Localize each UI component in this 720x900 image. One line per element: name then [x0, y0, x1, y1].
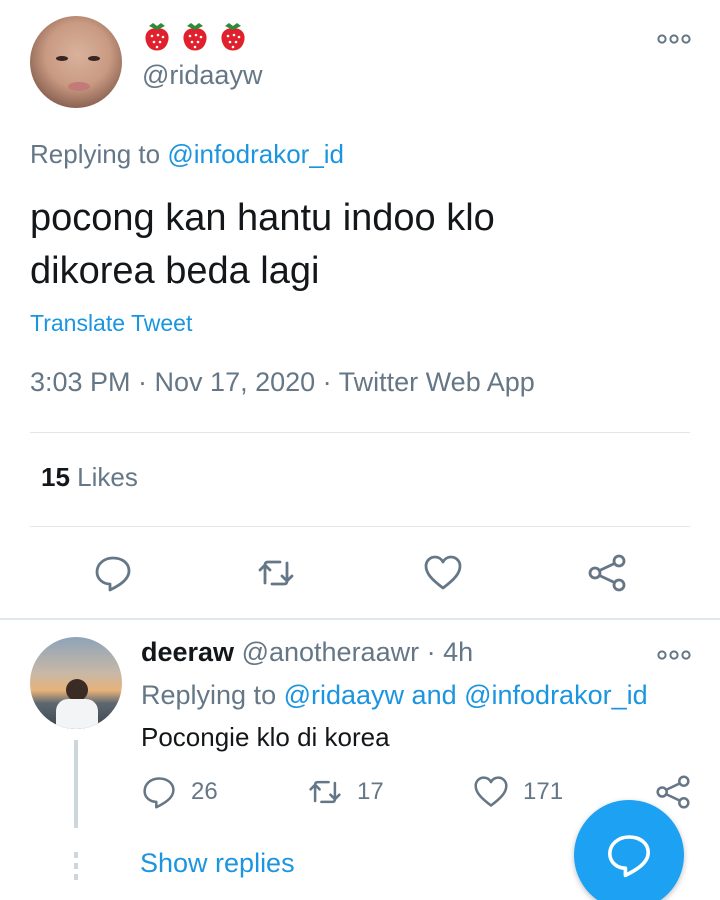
- retweet-icon: [309, 780, 341, 804]
- reply-header: deeraw @anotheraawr · 4h: [141, 637, 473, 668]
- like-icon: [474, 776, 508, 807]
- divider: [30, 432, 690, 433]
- more-options-icon[interactable]: [657, 32, 691, 46]
- reply-handle-time[interactable]: @anotheraawr · 4h: [242, 637, 474, 667]
- replying-to: Replying to @infodrakor_id: [30, 139, 344, 170]
- show-replies-link[interactable]: Show replies: [140, 848, 295, 879]
- retweet-icon[interactable]: [256, 553, 296, 593]
- share-icon: [656, 775, 690, 809]
- reply-retweet-button[interactable]: 17: [307, 774, 384, 810]
- reply-text: Pocongie klo di korea: [141, 722, 390, 752]
- thread-dots: [74, 852, 78, 880]
- replying-to-label: Replying to: [30, 139, 161, 169]
- mention-link[interactable]: @infodrakor_id: [167, 139, 344, 169]
- likes-count[interactable]: 15 Likes: [41, 462, 138, 493]
- more-options-icon[interactable]: [657, 648, 691, 662]
- replying-to-label: Replying to: [141, 680, 277, 710]
- thread-line: [74, 740, 78, 828]
- author-avatar[interactable]: [30, 16, 122, 108]
- reply-icon: [608, 835, 650, 878]
- reply-reply-button[interactable]: 26: [141, 774, 218, 810]
- tweet-timestamp[interactable]: 3:03 PM · Nov 17, 2020 · Twitter Web App: [30, 367, 535, 398]
- tweet-text-line: pocong kan hantu indoo klo: [30, 197, 495, 239]
- divider: [30, 526, 690, 527]
- reply-replying-to: Replying to @ridaayw and @infodrakor_id: [141, 680, 648, 711]
- retweet-count: 17: [357, 778, 384, 805]
- like-count: 171: [523, 778, 564, 805]
- compose-reply-button[interactable]: [574, 800, 684, 900]
- mention-links[interactable]: @ridaayw and @infodrakor_id: [284, 680, 648, 710]
- likes-number: 15: [41, 462, 70, 492]
- translate-tweet-link[interactable]: Translate Tweet: [30, 310, 192, 337]
- reply-like-button[interactable]: 171: [473, 774, 563, 810]
- like-icon[interactable]: [423, 553, 463, 593]
- reply-author-name[interactable]: deeraw: [141, 637, 234, 667]
- section-divider: [0, 618, 720, 620]
- tweet-text-line: dikorea beda lagi: [30, 250, 320, 292]
- strawberry-icon: [183, 23, 207, 51]
- reply-icon: [143, 777, 175, 809]
- reply-author-avatar[interactable]: [30, 637, 122, 729]
- reply-count: 26: [191, 778, 218, 805]
- strawberry-icon: [145, 23, 169, 51]
- share-icon[interactable]: [587, 553, 627, 593]
- display-name-emojis: [142, 20, 248, 54]
- author-handle[interactable]: @ridaayw: [142, 60, 262, 91]
- tweet-text: pocong kan hantu indoo klo dikorea beda …: [30, 192, 670, 298]
- reply-icon[interactable]: [93, 553, 133, 593]
- strawberry-icon: [221, 23, 245, 51]
- reply-share-button[interactable]: [655, 774, 691, 810]
- likes-label: Likes: [77, 462, 138, 492]
